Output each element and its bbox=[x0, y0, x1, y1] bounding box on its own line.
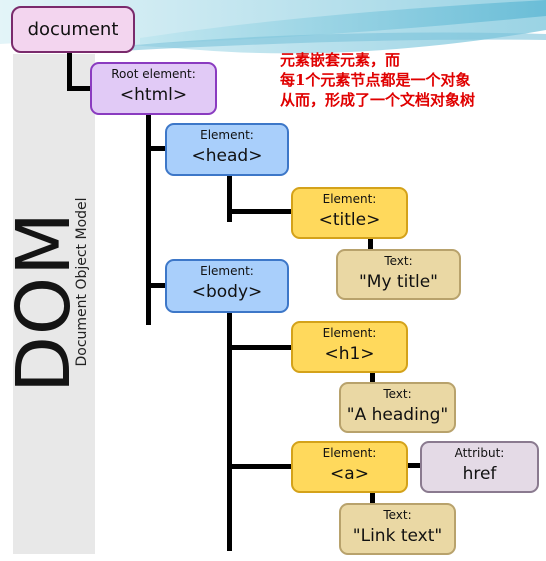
node-title: Element: <title> bbox=[291, 187, 408, 239]
annotation-text: 元素嵌套元素，而 每1个元素节点都是一个对象 从而，形成了一个文档对象树 bbox=[280, 50, 475, 110]
connector-line bbox=[67, 86, 92, 91]
node-body: Element: <body> bbox=[165, 259, 289, 313]
node-root-html: Root element: <html> bbox=[90, 62, 217, 115]
connector-line bbox=[227, 209, 293, 214]
node-label: Element: bbox=[200, 128, 254, 142]
node-label: Element: bbox=[322, 446, 377, 460]
node-label: Element: bbox=[322, 192, 377, 206]
connector-line bbox=[67, 53, 72, 90]
node-label: Element: bbox=[200, 264, 254, 278]
node-value: <h1> bbox=[324, 344, 375, 364]
annotation-line: 元素嵌套元素，而 bbox=[280, 51, 401, 69]
node-value: "Link text" bbox=[352, 526, 443, 546]
node-document: document bbox=[11, 6, 135, 53]
connector-line bbox=[227, 345, 293, 350]
annotation-line: 每1个元素节点都是一个对象 bbox=[280, 71, 471, 89]
node-value: href bbox=[462, 464, 497, 484]
dom-subtitle: Document Object Model bbox=[74, 197, 90, 367]
connector-line bbox=[227, 176, 232, 222]
node-value: "My title" bbox=[358, 272, 438, 292]
node-value: document bbox=[27, 19, 119, 40]
annotation-line: 从而，形成了一个文档对象树 bbox=[280, 91, 476, 109]
node-head: Element: <head> bbox=[165, 123, 289, 176]
node-label: Text: bbox=[383, 387, 412, 401]
node-value: <title> bbox=[318, 210, 381, 230]
node-value: "A heading" bbox=[346, 405, 449, 425]
node-label: Text: bbox=[383, 508, 412, 522]
node-label: Text: bbox=[384, 254, 413, 268]
node-label: Attribut: bbox=[454, 446, 505, 460]
node-value: <body> bbox=[191, 282, 263, 302]
node-title-text: Text: "My title" bbox=[336, 249, 461, 300]
node-value: <html> bbox=[119, 85, 188, 105]
node-a-text: Text: "Link text" bbox=[339, 503, 456, 555]
node-a: Element: <a> bbox=[291, 441, 408, 493]
node-value: <head> bbox=[191, 146, 263, 166]
node-h1: Element: <h1> bbox=[291, 321, 408, 373]
node-value: <a> bbox=[330, 464, 369, 484]
node-label: Root element: bbox=[111, 67, 196, 81]
node-a-attribute: Attribut: href bbox=[420, 441, 539, 493]
connector-line bbox=[227, 464, 293, 469]
node-label: Element: bbox=[322, 326, 377, 340]
node-h1-text: Text: "A heading" bbox=[339, 382, 456, 433]
